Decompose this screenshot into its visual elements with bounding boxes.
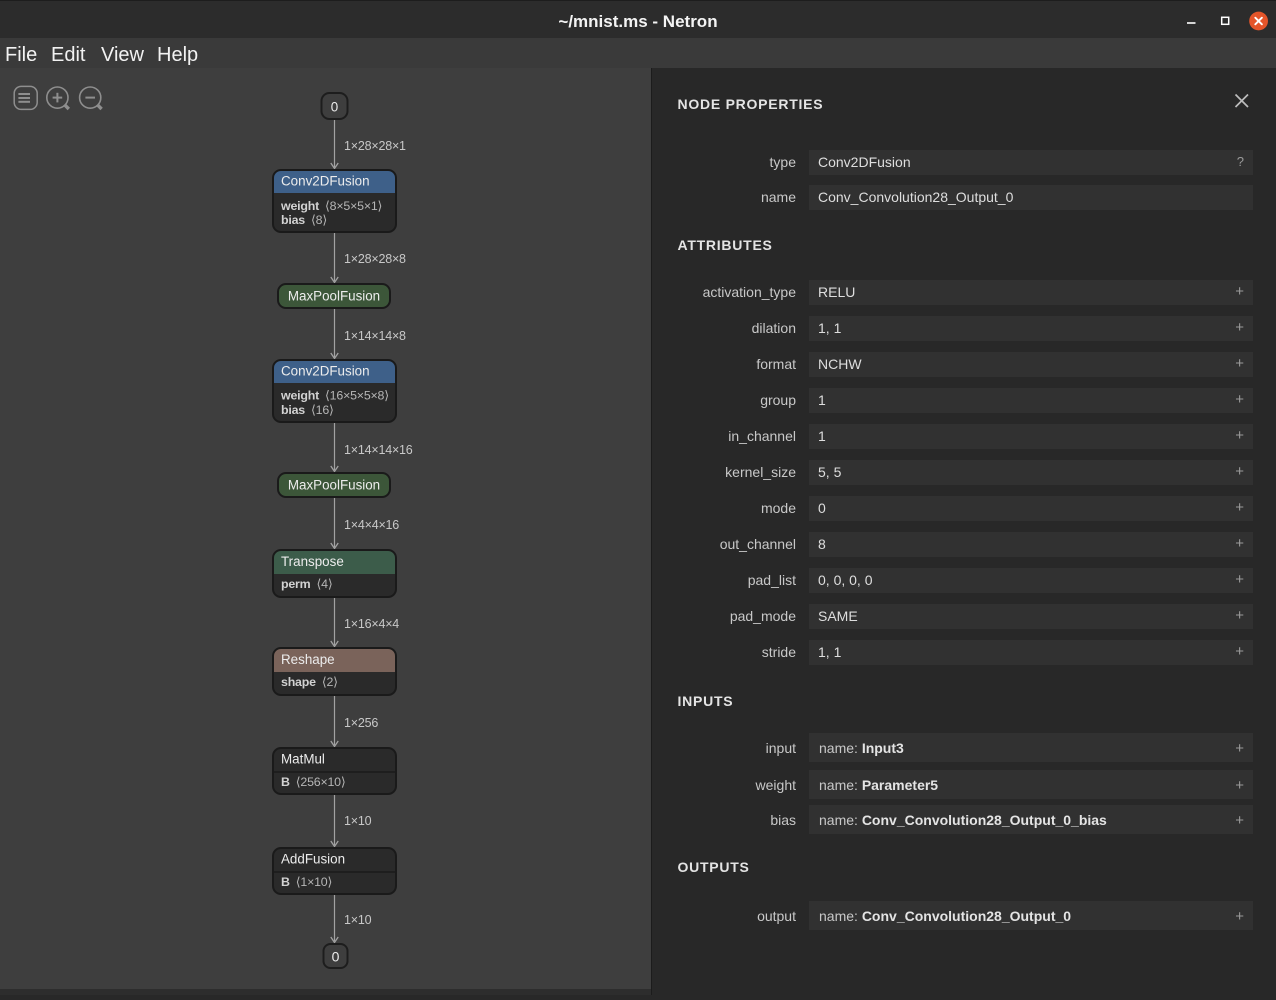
svg-text:1×14×14×8: 1×14×14×8 bbox=[344, 329, 406, 343]
svg-text:Reshape: Reshape bbox=[281, 652, 335, 667]
svg-text:1×10: 1×10 bbox=[344, 913, 372, 927]
svg-text:1×4×4×16: 1×4×4×16 bbox=[344, 518, 399, 532]
svg-text:Conv2DFusion: Conv2DFusion bbox=[281, 174, 370, 189]
svg-text:Conv2DFusion: Conv2DFusion bbox=[281, 364, 370, 379]
svg-text:B⟨1×10⟩: B⟨1×10⟩ bbox=[281, 875, 332, 889]
svg-text:shape⟨2⟩: shape⟨2⟩ bbox=[281, 675, 338, 689]
svg-text:0: 0 bbox=[332, 949, 340, 965]
svg-text:AddFusion: AddFusion bbox=[281, 852, 345, 867]
svg-text:perm⟨4⟩: perm⟨4⟩ bbox=[281, 577, 332, 591]
svg-text:Transpose: Transpose bbox=[281, 554, 344, 569]
svg-text:1×28×28×1: 1×28×28×1 bbox=[344, 139, 406, 153]
svg-text:0: 0 bbox=[331, 100, 338, 115]
svg-text:MaxPoolFusion: MaxPoolFusion bbox=[288, 289, 380, 304]
svg-text:weight⟨8×5×5×1⟩: weight⟨8×5×5×1⟩ bbox=[280, 199, 382, 213]
svg-text:MatMul: MatMul bbox=[281, 752, 325, 767]
svg-text:bias⟨8⟩: bias⟨8⟩ bbox=[281, 213, 327, 227]
svg-text:MaxPoolFusion: MaxPoolFusion bbox=[288, 478, 380, 493]
svg-text:1×16×4×4: 1×16×4×4 bbox=[344, 617, 399, 631]
svg-text:1×10: 1×10 bbox=[344, 814, 372, 828]
svg-text:1×28×28×8: 1×28×28×8 bbox=[344, 252, 406, 266]
svg-text:1×256: 1×256 bbox=[344, 716, 378, 730]
svg-text:1×14×14×16: 1×14×14×16 bbox=[344, 443, 413, 457]
svg-text:weight⟨16×5×5×8⟩: weight⟨16×5×5×8⟩ bbox=[280, 389, 389, 403]
